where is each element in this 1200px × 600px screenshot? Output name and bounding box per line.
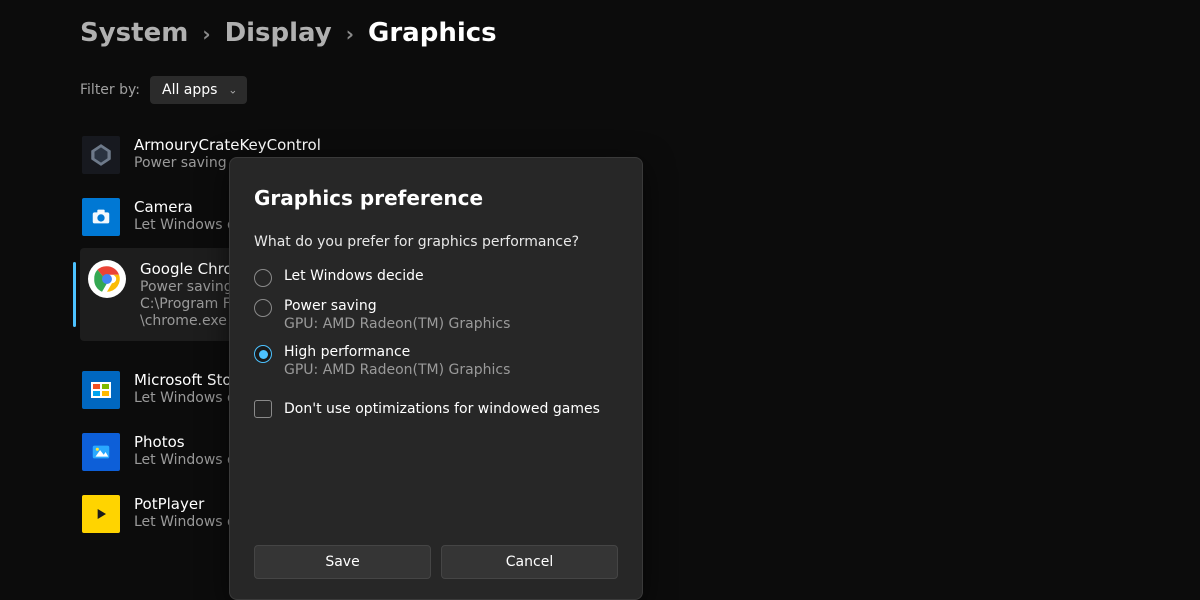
radio-button-icon xyxy=(254,345,272,363)
filter-dropdown-value: All apps xyxy=(162,82,217,98)
radio-button-icon xyxy=(254,299,272,317)
armourycrate-icon xyxy=(82,136,120,174)
radio-label: Power saving xyxy=(284,298,510,314)
breadcrumb-system[interactable]: System xyxy=(80,18,188,48)
breadcrumb: System › Display › Graphics xyxy=(80,18,1200,48)
save-button[interactable]: Save xyxy=(254,545,431,579)
filter-dropdown[interactable]: All apps ⌄ xyxy=(150,76,247,104)
filter-label: Filter by: xyxy=(80,82,140,98)
radio-power-saving[interactable]: Power saving GPU: AMD Radeon(TM) Graphic… xyxy=(254,298,618,332)
camera-icon xyxy=(82,198,120,236)
dialog-title: Graphics preference xyxy=(254,186,618,210)
radio-label: High performance xyxy=(284,344,510,360)
chevron-down-icon: ⌄ xyxy=(228,84,237,97)
checkbox-windowed-optimizations[interactable]: Don't use optimizations for windowed gam… xyxy=(254,400,618,418)
radio-label: Let Windows decide xyxy=(284,268,424,284)
graphics-preference-dialog: Graphics preference What do you prefer f… xyxy=(229,157,643,600)
photos-icon xyxy=(82,433,120,471)
radio-button-icon xyxy=(254,269,272,287)
app-name: ArmouryCrateKeyControl xyxy=(134,136,321,154)
msstore-icon xyxy=(82,371,120,409)
cancel-button[interactable]: Cancel xyxy=(441,545,618,579)
breadcrumb-display[interactable]: Display xyxy=(225,18,332,48)
radio-sublabel: GPU: AMD Radeon(TM) Graphics xyxy=(284,362,510,378)
radio-let-windows-decide[interactable]: Let Windows decide xyxy=(254,268,618,286)
breadcrumb-graphics: Graphics xyxy=(368,18,497,48)
radio-sublabel: GPU: AMD Radeon(TM) Graphics xyxy=(284,316,510,332)
potplayer-icon xyxy=(82,495,120,533)
checkbox-icon xyxy=(254,400,272,418)
chevron-right-icon: › xyxy=(346,22,354,46)
chrome-icon xyxy=(88,260,126,298)
chevron-right-icon: › xyxy=(202,22,210,46)
dialog-subtitle: What do you prefer for graphics performa… xyxy=(254,234,618,250)
radio-group: Let Windows decide Power saving GPU: AMD… xyxy=(254,268,618,378)
checkbox-label: Don't use optimizations for windowed gam… xyxy=(284,401,600,417)
radio-high-performance[interactable]: High performance GPU: AMD Radeon(TM) Gra… xyxy=(254,344,618,378)
